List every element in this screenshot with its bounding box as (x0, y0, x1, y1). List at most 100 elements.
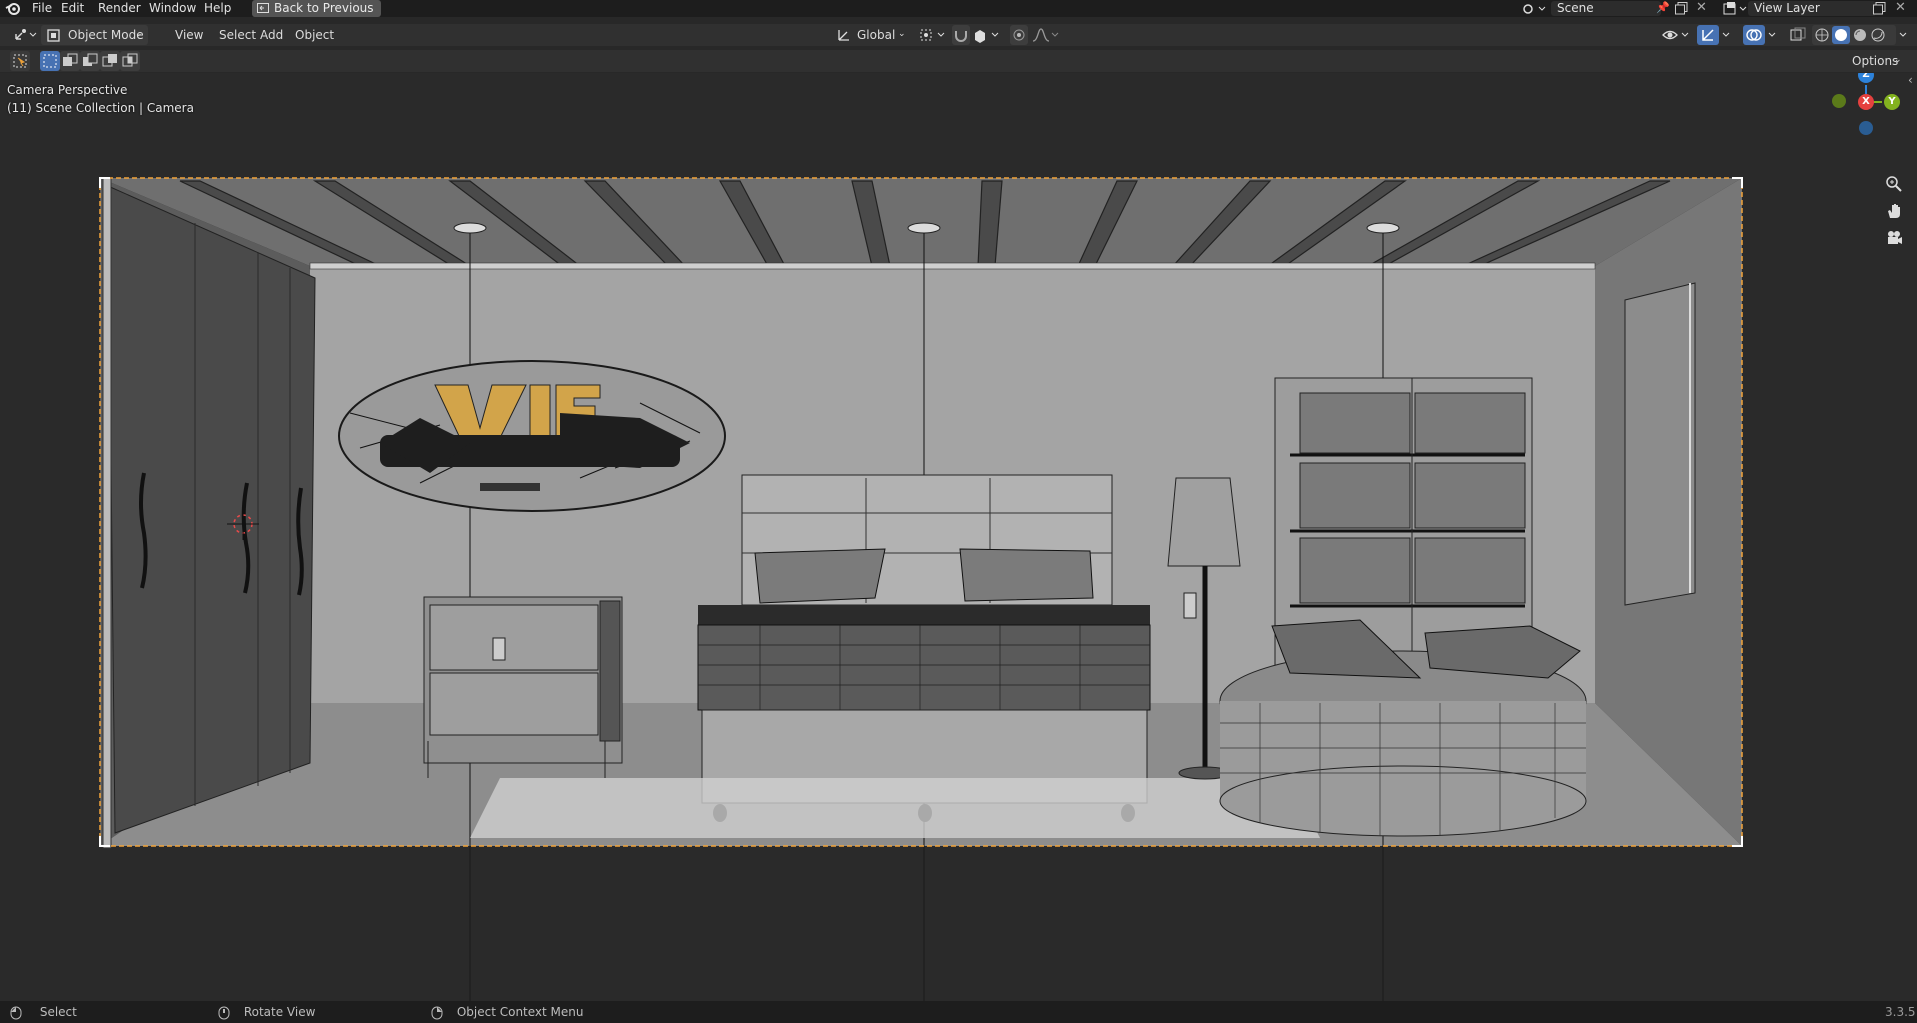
new-scene-icon[interactable] (1675, 2, 1688, 18)
gizmo-lines (1865, 85, 1882, 103)
gizmo-icon (1702, 29, 1714, 41)
snap-target-dropdown[interactable] (972, 25, 1002, 45)
nightstand (423, 596, 623, 778)
eye-icon (1662, 30, 1689, 40)
screen-back-icon (257, 3, 269, 13)
view-layer-field[interactable]: View Layer (1748, 1, 1876, 16)
orientation-label: Global (857, 28, 896, 42)
proportional-editing-toggle[interactable] (1010, 25, 1028, 45)
falloff-curve-icon (1032, 28, 1059, 42)
gizmo-neg-z-axis[interactable] (1859, 121, 1873, 135)
select-box-tool-icon (13, 54, 27, 68)
view-layer-icon[interactable] (1723, 1, 1749, 19)
status-select-label: Select (39, 1005, 77, 1019)
shading-mode-group (1812, 25, 1896, 45)
status-bar: Select Rotate View Object Context Menu 3… (0, 1001, 1917, 1023)
editor-type-button[interactable] (8, 25, 44, 45)
tool-settings-bar: Options ⌄ (0, 50, 1917, 72)
blender-logo-icon[interactable] (5, 1, 21, 19)
mouse-right-icon (431, 1006, 443, 1019)
snap-toggle[interactable] (952, 25, 970, 45)
select-subtract-icon (83, 53, 98, 66)
chevron-down-icon (1899, 32, 1907, 37)
selection-mode-subtract[interactable] (80, 51, 100, 71)
gizmo-toggle[interactable] (1697, 25, 1719, 45)
select-extend-icon (63, 53, 78, 66)
status-rotate-label: Rotate View (243, 1005, 316, 1019)
options-label: Options (1852, 54, 1899, 68)
scene-name: Scene (1557, 1, 1594, 15)
gizmo-y-axis[interactable]: Y (1884, 94, 1900, 110)
overlays-dropdown[interactable] (1765, 25, 1781, 45)
menu-view[interactable]: View (170, 25, 208, 45)
visibility-dropdown[interactable] (1661, 25, 1691, 45)
back-button-label: Back to Previous (274, 1, 374, 15)
wall-frame (1624, 282, 1696, 606)
chevron-down-icon (1768, 32, 1776, 37)
mouse-middle-icon (218, 1006, 230, 1019)
selection-mode-new[interactable] (40, 51, 60, 71)
zoom-icon[interactable] (1882, 172, 1906, 196)
proportional-edit-icon (1013, 29, 1025, 41)
chevron-down-icon: ⌄ (1894, 55, 1902, 65)
status-context-label: Object Context Menu (456, 1005, 584, 1019)
pan-hand-icon[interactable] (1882, 199, 1906, 223)
transform-orientation-dropdown[interactable]: Global ⌄ (833, 25, 909, 45)
status-context-hint: Object Context Menu (431, 1005, 584, 1019)
menu-file[interactable]: File (29, 1, 55, 16)
scene-selector-icon[interactable] (1521, 1, 1547, 16)
select-intersect-icon (122, 53, 138, 67)
wardrobe (102, 177, 316, 849)
sidebar-toggle-icon[interactable]: ‹ (1908, 73, 1913, 87)
mode-label: Object Mode (68, 28, 144, 42)
back-to-previous-button[interactable]: Back to Previous (252, 0, 381, 17)
menu-object[interactable]: Object (290, 25, 339, 45)
status-rotate-hint: Rotate View (218, 1005, 315, 1019)
delete-scene-icon[interactable]: ✕ (1696, 0, 1707, 15)
camera-view-scene[interactable] (0, 73, 1917, 1001)
overlays-toggle[interactable] (1743, 25, 1765, 45)
menu-select[interactable]: Select (214, 25, 261, 45)
gizmo-x-axis[interactable]: X (1858, 94, 1874, 110)
pin-icon[interactable]: 📌 (1656, 1, 1670, 14)
wall-logo (338, 360, 726, 512)
overlays-icon (1746, 29, 1762, 41)
menu-help[interactable]: Help (201, 1, 234, 16)
new-view-layer-icon[interactable] (1873, 2, 1886, 18)
version-label: 3.3.5 (1885, 1005, 1916, 1019)
scene-name-field[interactable]: Scene (1551, 1, 1661, 16)
select-new-icon (43, 54, 57, 68)
options-dropdown[interactable]: Options ⌄ (1846, 51, 1904, 71)
shading-dropdown[interactable] (1896, 25, 1912, 45)
object-mode-icon (47, 29, 60, 42)
mouse-left-icon (10, 1006, 22, 1019)
selection-mode-extend[interactable] (60, 51, 80, 71)
room-render (100, 177, 1742, 849)
magnet-icon (955, 31, 967, 42)
3d-viewport[interactable]: Camera Perspective (11) Scene Collection… (0, 73, 1917, 1001)
snap-increment-icon (975, 30, 999, 43)
xray-toggle[interactable] (1787, 25, 1809, 45)
menu-window[interactable]: Window (146, 1, 199, 16)
viewport-header: Object Mode ⌄ View Select Add Object Glo… (0, 24, 1917, 46)
falloff-dropdown[interactable] (1030, 25, 1060, 45)
navigation-gizmo[interactable]: Z X Y (1826, 73, 1906, 163)
menu-edit[interactable]: Edit (58, 1, 87, 16)
chevron-down-icon (1722, 32, 1730, 37)
selection-mode-invert[interactable] (100, 51, 120, 71)
selection-mode-intersect[interactable] (120, 51, 140, 71)
3d-viewport-icon (15, 29, 37, 40)
view-layer-name: View Layer (1754, 1, 1820, 15)
menu-render[interactable]: Render (95, 1, 144, 16)
camera-view-icon[interactable] (1882, 226, 1906, 250)
active-tool-button[interactable] (10, 51, 30, 71)
pivot-point-dropdown[interactable] (918, 25, 948, 45)
gizmo-dropdown[interactable] (1719, 25, 1735, 45)
menu-add[interactable]: Add (255, 25, 288, 45)
gizmo-neg-y-axis[interactable] (1832, 94, 1846, 108)
xray-icon (1790, 27, 1806, 41)
chevron-down-icon: ⌄ (135, 29, 143, 39)
mode-dropdown[interactable]: Object Mode ⌄ (41, 25, 148, 45)
delete-view-layer-icon[interactable]: ✕ (1895, 0, 1906, 15)
rug (470, 778, 1320, 838)
